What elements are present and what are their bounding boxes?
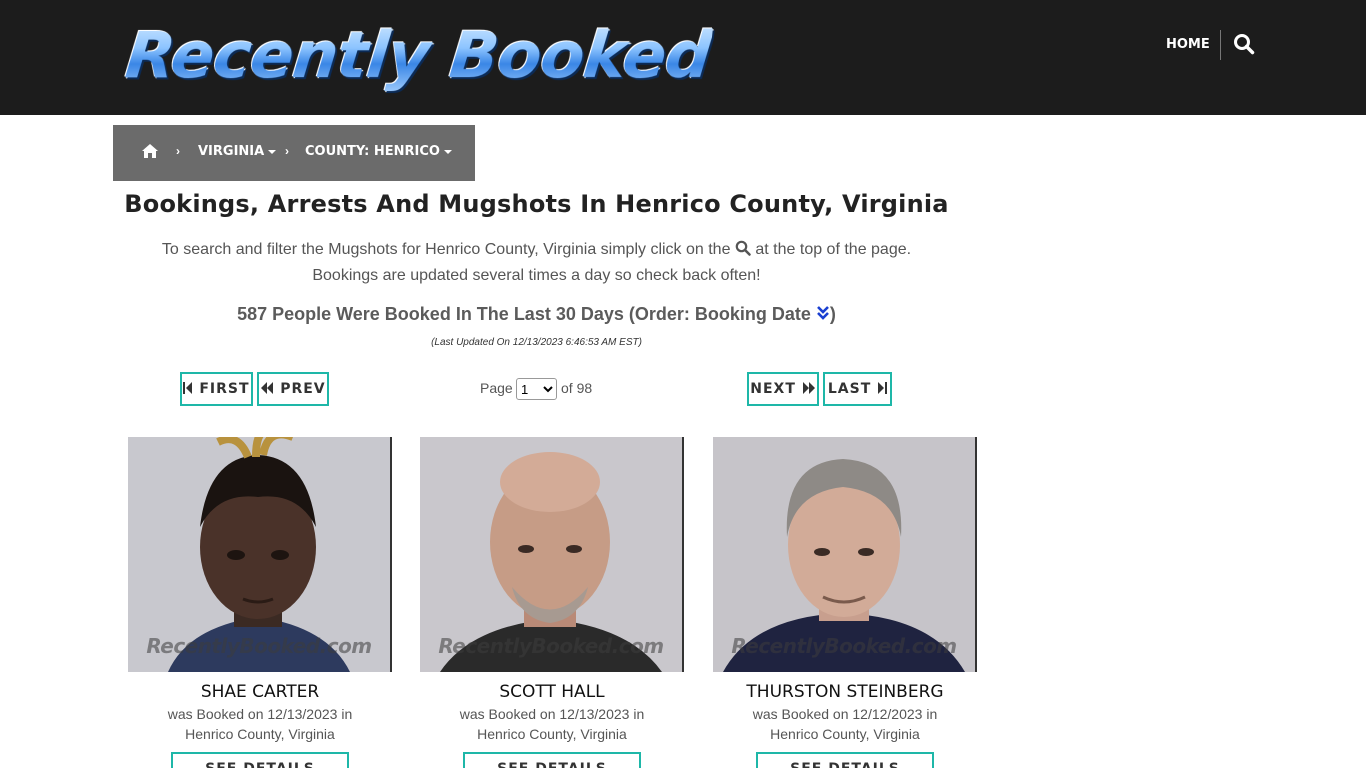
booking-count-close: ) [829, 304, 836, 324]
breadcrumb: › VIRGINIA › COUNTY: HENRICO [113, 125, 475, 181]
person-name[interactable]: SCOTT HALL [420, 682, 684, 702]
booking-location-text: Henrico County, Virginia [477, 726, 627, 742]
page-title: Bookings, Arrests And Mugshots In Henric… [124, 190, 949, 218]
booking-info: was Booked on 12/12/2023 in Henrico Coun… [713, 704, 977, 744]
intro-before: To search and filter the Mugshots for He… [161, 241, 731, 258]
nav-divider [1220, 30, 1221, 60]
forward-icon [802, 382, 815, 394]
prev-label: PREV [280, 381, 326, 397]
intro-line2: Bookings are updated several times a day… [312, 267, 761, 284]
booking-card[interactable]: RecentlyBooked.com SCOTT HALL was Booked… [420, 437, 684, 768]
watermark: RecentlyBooked.com [146, 634, 372, 658]
page-select[interactable]: 1 [516, 378, 557, 400]
last-label: LAST [827, 381, 872, 397]
booking-info: was Booked on 12/13/2023 in Henrico Coun… [128, 704, 392, 744]
search-icon [735, 239, 751, 256]
logo-text: Recently Booked [122, 16, 715, 96]
person-name[interactable]: THURSTON STEINBERG [713, 682, 977, 702]
mugshot-photo[interactable]: RecentlyBooked.com [128, 437, 392, 672]
booking-date-text: was Booked on 12/13/2023 in [167, 706, 353, 722]
search-icon[interactable] [1233, 33, 1257, 57]
booking-date-text: was Booked on 12/13/2023 in [459, 706, 645, 722]
caret-down-icon [268, 149, 277, 154]
page-total: of 98 [561, 380, 593, 396]
skip-back-icon [183, 382, 193, 394]
breadcrumb-state[interactable]: VIRGINIA [198, 144, 277, 159]
last-updated: (Last Updated On 12/13/2023 6:46:53 AM E… [431, 337, 642, 348]
booking-location-text: Henrico County, Virginia [770, 726, 920, 742]
mugshot-photo[interactable]: RecentlyBooked.com [713, 437, 977, 672]
booking-card[interactable]: RecentlyBooked.com SHAE CARTER was Booke… [128, 437, 392, 768]
booking-card[interactable]: RecentlyBooked.com THURSTON STEINBERG wa… [713, 437, 977, 768]
next-label: NEXT [750, 381, 796, 397]
nav-home-link[interactable]: HOME [1160, 35, 1216, 55]
site-logo[interactable]: Recently Booked [122, 16, 714, 96]
first-label: FIRST [199, 381, 250, 397]
intro-text: To search and filter the Mugshots for He… [113, 237, 960, 289]
page-label: Page [480, 380, 513, 396]
double-chevron-down-icon[interactable] [816, 305, 830, 321]
site-header: Recently Booked HOME [0, 0, 1366, 115]
breadcrumb-county-label: COUNTY: HENRICO [305, 144, 440, 159]
backward-icon [261, 382, 274, 394]
watermark: RecentlyBooked.com [731, 634, 957, 658]
breadcrumb-county[interactable]: COUNTY: HENRICO [305, 144, 452, 159]
person-name[interactable]: SHAE CARTER [128, 682, 392, 702]
see-details-button[interactable]: SEE DETAILS [756, 752, 934, 768]
booking-date-text: was Booked on 12/12/2023 in [752, 706, 938, 722]
see-details-button[interactable]: SEE DETAILS [463, 752, 641, 768]
chevron-right-icon: › [285, 144, 289, 158]
next-page-button[interactable]: NEXT [747, 372, 819, 406]
booking-info: was Booked on 12/13/2023 in Henrico Coun… [420, 704, 684, 744]
first-page-button[interactable]: FIRST [180, 372, 253, 406]
mugshot-photo[interactable]: RecentlyBooked.com [420, 437, 684, 672]
breadcrumb-state-label: VIRGINIA [198, 144, 265, 159]
booking-location-text: Henrico County, Virginia [185, 726, 335, 742]
booking-count-text: 587 People Were Booked In The Last 30 Da… [237, 304, 811, 324]
chevron-right-icon: › [176, 144, 180, 158]
watermark: RecentlyBooked.com [438, 634, 664, 658]
booking-count: 587 People Were Booked In The Last 30 Da… [113, 304, 960, 325]
skip-forward-icon [878, 382, 888, 394]
prev-page-button[interactable]: PREV [257, 372, 329, 406]
last-page-button[interactable]: LAST [823, 372, 892, 406]
caret-down-icon [443, 149, 452, 154]
intro-after: at the top of the page. [755, 241, 912, 258]
see-details-button[interactable]: SEE DETAILS [171, 752, 349, 768]
home-icon[interactable] [141, 143, 161, 163]
